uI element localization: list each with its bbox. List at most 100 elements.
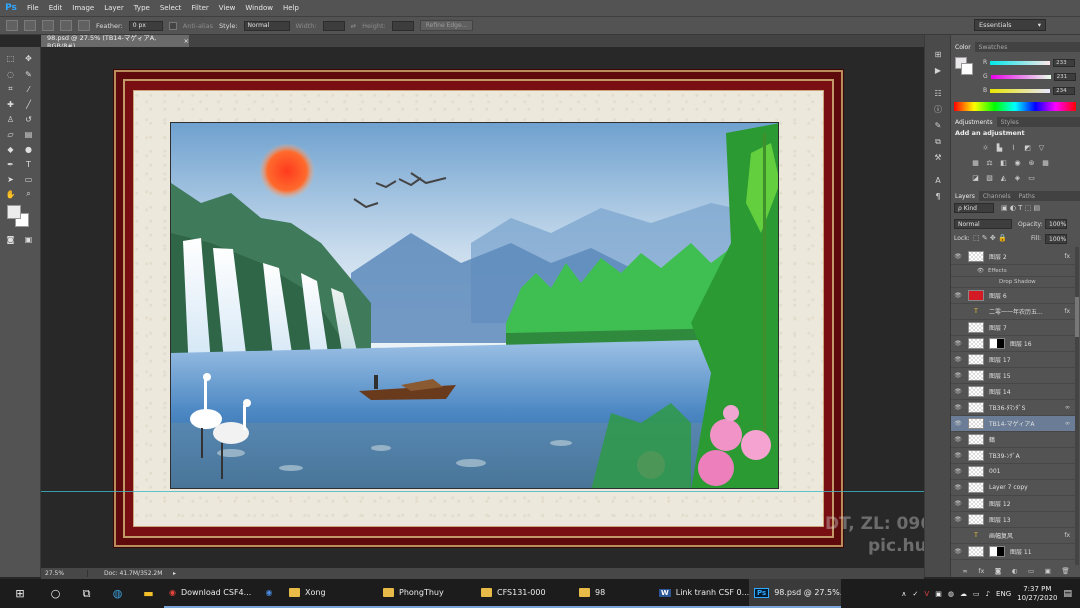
document-tab[interactable]: 98.psd @ 27.5% (TB14-マゲィアA, RGB/8#) × bbox=[41, 34, 189, 50]
black-white-icon[interactable]: ◧ bbox=[999, 158, 1008, 167]
layers-scrollbar[interactable] bbox=[1075, 247, 1079, 565]
language-indicator[interactable]: ENG bbox=[996, 590, 1011, 598]
edge-icon[interactable]: ◍ bbox=[102, 579, 133, 608]
marquee-tool-icon[interactable]: ⬚ bbox=[4, 52, 17, 64]
layer-row[interactable]: 👁 图层 14 bbox=[951, 384, 1076, 400]
pen-tool-icon[interactable]: ✒ bbox=[4, 158, 17, 170]
posterize-icon[interactable]: ▧ bbox=[985, 173, 994, 182]
layer-filter-select[interactable]: ρ Kind bbox=[954, 203, 994, 213]
height-input[interactable] bbox=[391, 20, 414, 31]
intersect-selection-icon[interactable] bbox=[78, 20, 90, 31]
visibility-eye-icon[interactable]: 👁 bbox=[951, 468, 965, 475]
channel-r-value[interactable]: 233 bbox=[1053, 58, 1076, 67]
adjustment-layer-icon[interactable]: ◐ bbox=[1012, 567, 1018, 576]
marquee-preset-icon[interactable] bbox=[6, 20, 18, 31]
menu-select[interactable]: Select bbox=[155, 4, 187, 12]
layers-footer-icons[interactable]: ∞ fx ◙ ◐ ▭ ▣ 🗑 bbox=[957, 567, 1075, 576]
tray-app2-icon[interactable]: ◍ bbox=[948, 590, 954, 598]
width-input[interactable] bbox=[322, 20, 345, 31]
swap-icon[interactable]: ⇄ bbox=[351, 22, 356, 30]
layer-row[interactable]: 👁 鶴 bbox=[951, 432, 1076, 448]
move-tool-icon[interactable]: ✥ bbox=[22, 52, 35, 64]
visibility-eye-icon[interactable]: 👁 bbox=[951, 484, 965, 491]
menu-help[interactable]: Help bbox=[278, 4, 304, 12]
layer-row[interactable]: 👁 Layer 7 copy bbox=[951, 480, 1076, 496]
path-select-tool-icon[interactable]: ➤ bbox=[4, 173, 17, 185]
quick-mask-icon[interactable]: ◙ bbox=[4, 233, 17, 245]
blend-mode-select[interactable]: Normal bbox=[954, 219, 1012, 229]
vibrance-icon[interactable]: ▽ bbox=[1037, 143, 1046, 152]
feather-input[interactable]: 0 px bbox=[128, 20, 163, 31]
properties-icon[interactable]: ☷ bbox=[932, 88, 944, 99]
refine-edge-button[interactable]: Refine Edge... bbox=[419, 20, 474, 31]
exposure-icon[interactable]: ◩ bbox=[1023, 143, 1032, 152]
visibility-eye-icon[interactable]: 👁 bbox=[951, 292, 965, 299]
clone-source-icon[interactable]: ⧉ bbox=[932, 136, 944, 147]
antialias-checkbox[interactable] bbox=[168, 21, 177, 30]
curves-icon[interactable]: ⌇ bbox=[1009, 143, 1018, 152]
shape-tool-icon[interactable]: ▭ bbox=[22, 173, 35, 185]
lasso-tool-icon[interactable]: ◌ bbox=[4, 68, 17, 80]
opacity-input[interactable]: 100% bbox=[1045, 219, 1067, 229]
tab-styles[interactable]: Styles bbox=[997, 117, 1023, 127]
invert-icon[interactable]: ◪ bbox=[971, 173, 980, 182]
menu-type[interactable]: Type bbox=[129, 4, 155, 12]
layer-effects-row[interactable]: 👁 Effects bbox=[951, 266, 1076, 277]
info-icon[interactable]: ⓘ bbox=[932, 104, 944, 115]
effects-icon[interactable]: fx bbox=[1064, 308, 1070, 315]
visibility-eye-icon[interactable]: 👁 bbox=[951, 404, 965, 411]
channel-g-slider[interactable] bbox=[990, 74, 1051, 79]
layer-row[interactable]: 图层 7 bbox=[951, 320, 1076, 336]
taskbar-app-chrome[interactable]: ◉ Download CSF4... bbox=[164, 579, 254, 608]
tab-channels[interactable]: Channels bbox=[979, 191, 1015, 201]
tray-app-icon[interactable]: ▣ bbox=[935, 590, 942, 598]
stamp-tool-icon[interactable]: ♙ bbox=[4, 113, 17, 125]
taskbar-app-photoshop[interactable]: Ps 98.psd @ 27.5%... bbox=[749, 579, 841, 608]
layer-row[interactable]: 👁 图层 11 bbox=[951, 544, 1076, 560]
effects-eye-icon[interactable]: 👁 bbox=[977, 268, 984, 274]
visibility-eye-icon[interactable]: 👁 bbox=[951, 253, 965, 260]
taskbar-app-folder-phongthuy[interactable]: PhongThuy bbox=[378, 579, 476, 608]
color-balance-icon[interactable]: ⚖ bbox=[985, 158, 994, 167]
effects-icon[interactable]: fx bbox=[1064, 253, 1070, 260]
color-bg-swatch[interactable] bbox=[961, 63, 973, 75]
menu-edit[interactable]: Edit bbox=[44, 4, 68, 12]
visibility-eye-icon[interactable]: 👁 bbox=[951, 548, 965, 555]
visibility-eye-icon[interactable]: 👁 bbox=[951, 356, 965, 363]
layer-row[interactable]: T 二零一一年农历五... fx bbox=[951, 304, 1076, 320]
link-icon[interactable]: ∞ bbox=[1065, 404, 1070, 411]
layer-row[interactable]: 👁 图层 13 bbox=[951, 512, 1076, 528]
link-layers-icon[interactable]: ∞ bbox=[962, 567, 967, 576]
layer-row[interactable]: 👁 TB36-ﾀﾏﾝﾀﾞS ∞ bbox=[951, 400, 1076, 416]
channel-b-value[interactable]: 234 bbox=[1053, 86, 1076, 95]
visibility-eye-icon[interactable]: 👁 bbox=[951, 388, 965, 395]
trash-icon[interactable]: 🗑 bbox=[1061, 567, 1069, 576]
menu-view[interactable]: View bbox=[214, 4, 241, 12]
start-windows-icon[interactable]: ⊞ bbox=[0, 579, 40, 608]
menu-file[interactable]: File bbox=[22, 4, 44, 12]
color-lookup-icon[interactable]: ▦ bbox=[1041, 158, 1050, 167]
layer-row[interactable]: 👁 图层 17 bbox=[951, 352, 1076, 368]
channel-g-value[interactable]: 231 bbox=[1053, 72, 1076, 81]
eyedropper-tool-icon[interactable]: ⁄ bbox=[22, 83, 35, 95]
file-explorer-icon[interactable]: ▬ bbox=[133, 579, 164, 608]
visibility-eye-icon[interactable]: 👁 bbox=[951, 516, 965, 523]
hand-tool-icon[interactable]: ✋ bbox=[4, 188, 17, 200]
task-view-icon[interactable]: ⧉ bbox=[71, 579, 102, 608]
effects-icon[interactable]: fx bbox=[1064, 532, 1070, 539]
tab-layers[interactable]: Layers bbox=[951, 191, 979, 201]
notification-icon[interactable]: ▤ bbox=[1063, 589, 1072, 599]
layer-row-selected[interactable]: 👁 TB14-マゲィアA ∞ bbox=[951, 416, 1076, 432]
clock[interactable]: 7:37 PM 10/27/2020 bbox=[1017, 585, 1057, 603]
paragraph-icon[interactable]: ¶ bbox=[932, 191, 944, 202]
zoom-level[interactable]: 27.5% bbox=[41, 570, 87, 577]
menu-image[interactable]: Image bbox=[67, 4, 99, 12]
layer-row[interactable]: 👁 图层 16 bbox=[951, 336, 1076, 352]
quick-select-tool-icon[interactable]: ✎ bbox=[22, 68, 35, 80]
new-layer-icon[interactable]: ▣ bbox=[1045, 567, 1051, 576]
crop-tool-icon[interactable]: ⌗ bbox=[4, 83, 17, 95]
brush-presets-icon[interactable]: ✎ bbox=[932, 120, 944, 131]
blur-tool-icon[interactable]: ◆ bbox=[4, 143, 17, 155]
tab-adjustments[interactable]: Adjustments bbox=[951, 117, 997, 127]
tool-presets-icon[interactable]: ⚒ bbox=[932, 152, 944, 163]
